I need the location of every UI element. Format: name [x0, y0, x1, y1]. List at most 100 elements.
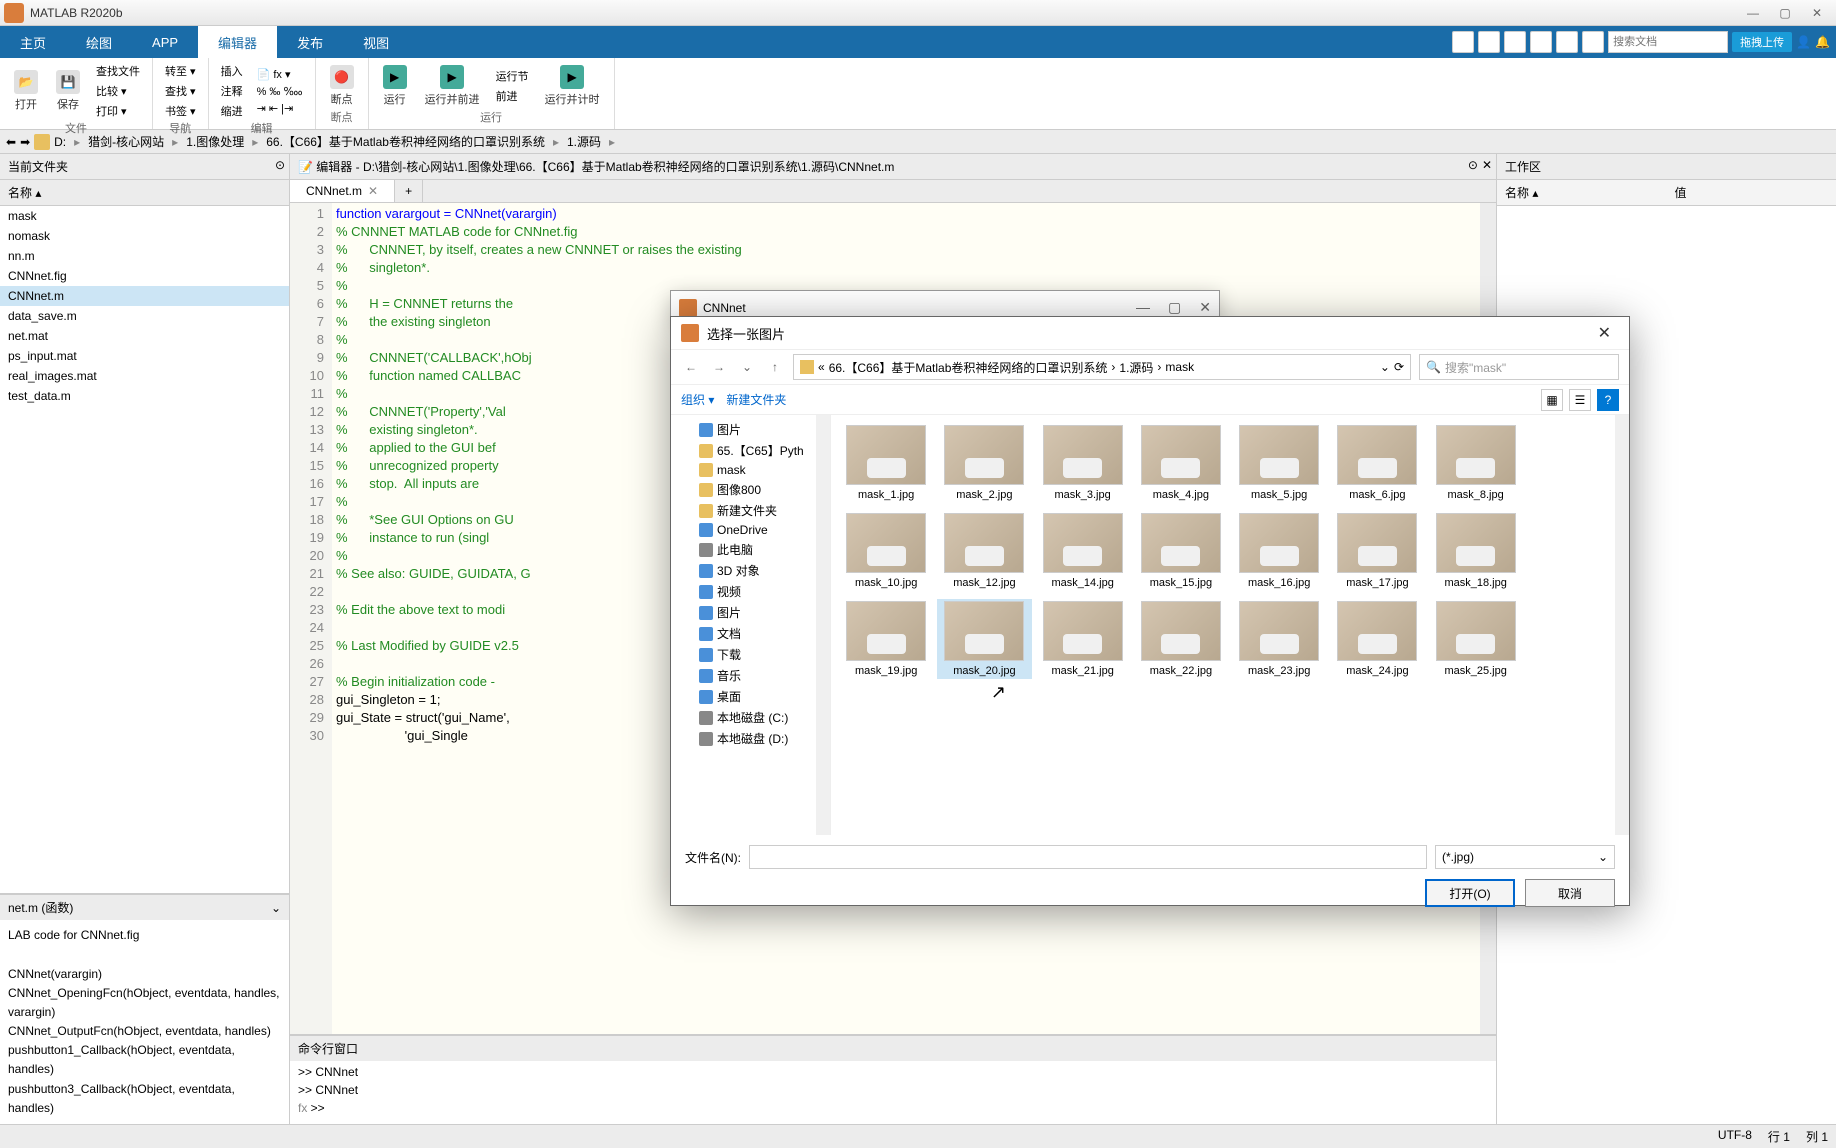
edit-icons-3[interactable]: ⇥ ⇤ |⇥ — [253, 101, 307, 116]
tree-item[interactable]: 下载 — [675, 644, 826, 665]
search-input[interactable] — [1608, 31, 1728, 53]
editor-tab-add[interactable]: + — [395, 180, 423, 202]
file-item[interactable]: real_images.mat — [0, 366, 289, 386]
tree-item[interactable]: mask — [675, 461, 826, 479]
filetype-select[interactable]: (*.jpg)⌄ — [1435, 845, 1615, 869]
folder-icon[interactable] — [34, 134, 50, 150]
file-item[interactable]: test_data.m — [0, 386, 289, 406]
file-thumbnail[interactable]: mask_14.jpg — [1036, 511, 1130, 591]
bookmark-button[interactable]: 书签 ▾ — [161, 102, 200, 120]
tree-item[interactable]: 此电脑 — [675, 539, 826, 560]
tab-home[interactable]: 主页 — [0, 26, 66, 58]
run-button[interactable]: ▶运行 — [377, 63, 413, 109]
command-content[interactable]: >> CNNnet >> CNNnet fx >> — [290, 1061, 1496, 1123]
findnav-button[interactable]: 查找 ▾ — [161, 82, 200, 100]
tree-item[interactable]: 65.【C65】Pyth — [675, 440, 826, 461]
tree-item[interactable]: 图像800 — [675, 479, 826, 500]
tree-item[interactable]: OneDrive — [675, 521, 826, 539]
file-item[interactable]: nomask — [0, 226, 289, 246]
breakpoint-button[interactable]: 🔴断点 — [324, 63, 360, 109]
file-thumbnail[interactable]: mask_8.jpg — [1429, 423, 1523, 503]
tree-item[interactable]: 新建文件夹 — [675, 500, 826, 521]
advance-button[interactable]: 前进 — [492, 87, 533, 105]
filename-input[interactable] — [749, 845, 1427, 869]
editor-tab-active[interactable]: CNNnet.m✕ — [290, 180, 395, 202]
nav-up-icon[interactable]: ↑ — [765, 357, 785, 377]
tree-item[interactable]: 图片 — [675, 602, 826, 623]
crumb-2[interactable]: 1.图像处理 — [186, 133, 244, 150]
help-icon[interactable] — [1582, 31, 1604, 53]
file-thumbnail[interactable]: mask_5.jpg — [1232, 423, 1326, 503]
save-button[interactable]: 💾保存 — [50, 68, 86, 114]
tree-item[interactable]: 视频 — [675, 581, 826, 602]
file-thumbnail[interactable]: mask_4.jpg — [1134, 423, 1228, 503]
nav-recent-icon[interactable]: ⌄ — [737, 357, 757, 377]
path-refresh-icon[interactable]: ⟳ — [1394, 360, 1404, 374]
file-item[interactable]: CNNnet.m — [0, 286, 289, 306]
cnn-min-icon[interactable]: — — [1136, 299, 1150, 316]
view-help-icon[interactable]: ? — [1597, 389, 1619, 411]
file-list-header[interactable]: 名称 ▴ — [0, 180, 289, 206]
file-thumbnail[interactable]: mask_16.jpg — [1232, 511, 1326, 591]
compare-button[interactable]: 比较 ▾ — [92, 82, 144, 100]
open-button[interactable]: 📂打开 — [8, 68, 44, 114]
dialog-search-input[interactable]: 🔍搜索"mask" — [1419, 354, 1619, 380]
tab-editor[interactable]: 编辑器 — [198, 26, 277, 58]
undo-icon[interactable] — [1556, 31, 1578, 53]
tree-item[interactable]: 3D 对象 — [675, 560, 826, 581]
path-dropdown-icon[interactable]: ⌄ — [1380, 360, 1390, 374]
file-thumbnail[interactable]: mask_19.jpg — [839, 599, 933, 679]
tab-close-icon[interactable]: ✕ — [368, 184, 378, 198]
file-item[interactable]: ps_input.mat — [0, 346, 289, 366]
file-thumbnail[interactable]: mask_22.jpg — [1134, 599, 1228, 679]
files-scrollbar[interactable] — [1615, 415, 1629, 835]
file-item[interactable]: nn.m — [0, 246, 289, 266]
file-thumbnail[interactable]: mask_21.jpg — [1036, 599, 1130, 679]
tree-item[interactable]: 桌面 — [675, 686, 826, 707]
tree-item[interactable]: 文档 — [675, 623, 826, 644]
file-thumbnail[interactable]: mask_6.jpg — [1330, 423, 1424, 503]
user-icon[interactable]: 👤 — [1796, 35, 1811, 49]
fwd-icon[interactable]: ➡ — [20, 135, 30, 149]
ws-col-value[interactable]: 值 — [1667, 180, 1836, 205]
run-time-button[interactable]: ▶运行并计时 — [539, 63, 606, 109]
view-thumb-icon[interactable]: ▦ — [1541, 389, 1563, 411]
nav-back-icon[interactable]: ← — [681, 357, 701, 377]
edit-icons-2[interactable]: % ‰ ‱ — [253, 84, 307, 99]
file-thumbnail[interactable]: mask_20.jpg — [937, 599, 1031, 679]
crumb-4[interactable]: 1.源码 — [567, 133, 601, 150]
tree-item[interactable]: 本地磁盘 (D:) — [675, 728, 826, 749]
tab-view[interactable]: 视图 — [343, 26, 409, 58]
print-button[interactable]: 打印 ▾ — [92, 102, 144, 120]
dialog-close-icon[interactable]: ✕ — [1590, 323, 1619, 343]
tab-publish[interactable]: 发布 — [277, 26, 343, 58]
file-thumbnail[interactable]: mask_23.jpg — [1232, 599, 1326, 679]
tree-scrollbar[interactable] — [816, 415, 830, 835]
cnn-max-icon[interactable]: ▢ — [1168, 299, 1181, 316]
open-button[interactable]: 打开(O) — [1425, 879, 1515, 907]
save-icon[interactable] — [1452, 31, 1474, 53]
bell-icon[interactable]: 🔔 — [1815, 35, 1830, 49]
file-thumbnail[interactable]: mask_17.jpg — [1330, 511, 1424, 591]
file-thumbnail[interactable]: mask_1.jpg — [839, 423, 933, 503]
cut-icon[interactable] — [1478, 31, 1500, 53]
edit-icons-1[interactable]: 📄 fx ▾ — [253, 67, 307, 82]
file-thumbnail[interactable]: mask_3.jpg — [1036, 423, 1130, 503]
tab-plot[interactable]: 绘图 — [66, 26, 132, 58]
organize-button[interactable]: 组织 ▾ — [681, 391, 714, 408]
upload-toggle[interactable]: 拖拽上传 — [1732, 32, 1792, 52]
tree-item[interactable]: 图片 — [675, 419, 826, 440]
file-item[interactable]: CNNnet.fig — [0, 266, 289, 286]
run-section-button[interactable]: 运行节 — [492, 67, 533, 85]
cnn-close-icon[interactable]: ✕ — [1199, 299, 1211, 316]
run-step-button[interactable]: ▶运行并前进 — [419, 63, 486, 109]
tree-item[interactable]: 本地磁盘 (C:) — [675, 707, 826, 728]
back-icon[interactable]: ⬅ — [6, 135, 16, 149]
tab-app[interactable]: APP — [132, 26, 198, 58]
chevron-down-icon[interactable]: ⌄ — [271, 901, 281, 915]
close-icon[interactable]: ✕ — [1802, 3, 1832, 23]
minimize-icon[interactable]: — — [1738, 3, 1768, 23]
paste-icon[interactable] — [1530, 31, 1552, 53]
newfolder-button[interactable]: 新建文件夹 — [726, 391, 786, 408]
editor-opts-icon[interactable]: ⊙ — [1468, 158, 1478, 172]
